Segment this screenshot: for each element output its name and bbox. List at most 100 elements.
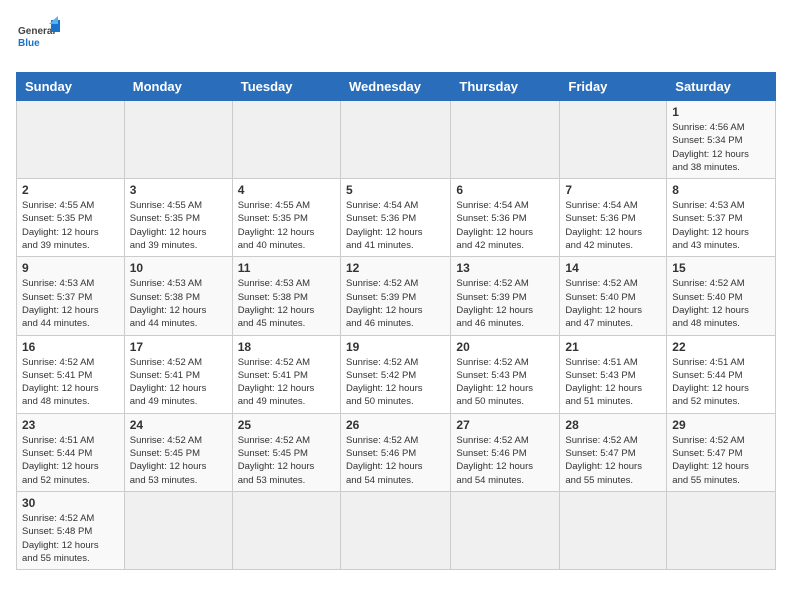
day-cell: 9 Sunrise: 4:53 AM Sunset: 5:37 PM Daylig… [17,257,125,335]
day-number: 16 [22,340,119,354]
day-cell: 1Sunrise: 4:56 AM Sunset: 5:34 PM Daylig… [667,101,776,179]
day-info: Sunrise: 4:52 AM Sunset: 5:46 PM Dayligh… [456,434,554,487]
day-cell: 11 Sunrise: 4:53 AM Sunset: 5:38 PM Dayli… [232,257,340,335]
day-number: 19 [346,340,445,354]
day-info: Sunrise: 4:52 AM Sunset: 5:43 PM Dayligh… [456,356,554,409]
day-number: 24 [130,418,227,432]
day-number: 12 [346,261,445,275]
day-cell: 5 Sunrise: 4:54 AM Sunset: 5:36 PM Daylig… [340,179,450,257]
day-cell [560,491,667,569]
day-cell [451,101,560,179]
day-cell [560,101,667,179]
day-info: Sunrise: 4:52 AM Sunset: 5:45 PM Dayligh… [238,434,335,487]
day-cell: 12 Sunrise: 4:52 AM Sunset: 5:39 PM Dayli… [340,257,450,335]
day-cell: 2Sunrise: 4:55 AM Sunset: 5:35 PM Daylig… [17,179,125,257]
day-cell: 30Sunrise: 4:52 AM Sunset: 5:48 PM Dayli… [17,491,125,569]
weekday-header-tuesday: Tuesday [232,73,340,101]
day-number: 13 [456,261,554,275]
day-cell: 8Sunrise: 4:53 AM Sunset: 5:37 PM Daylig… [667,179,776,257]
calendar: SundayMondayTuesdayWednesdayThursdayFrid… [16,72,776,570]
day-number: 17 [130,340,227,354]
day-info: Sunrise: 4:53 AM Sunset: 5:38 PM Dayligh… [238,277,335,330]
day-cell [340,491,450,569]
day-cell [124,491,232,569]
day-number: 1 [672,105,770,119]
day-number: 15 [672,261,770,275]
day-cell: 26 Sunrise: 4:52 AM Sunset: 5:46 PM Dayli… [340,413,450,491]
day-info: Sunrise: 4:51 AM Sunset: 5:44 PM Dayligh… [672,356,770,409]
day-cell: 15 Sunrise: 4:52 AM Sunset: 5:40 PM Dayli… [667,257,776,335]
day-number: 26 [346,418,445,432]
week-row-2: 2 Sunrise: 4:55 AM Sunset: 5:35 PM Daylig… [17,179,776,257]
day-cell: 4 Sunrise: 4:55 AM Sunset: 5:35 PM Daylig… [232,179,340,257]
logo: General Blue [16,16,60,60]
week-row-1: 1Sunrise: 4:56 AM Sunset: 5:34 PM Daylig… [17,101,776,179]
day-number: 6 [456,183,554,197]
day-number: 23 [22,418,119,432]
day-cell: 13 Sunrise: 4:52 AM Sunset: 5:39 PM Dayli… [451,257,560,335]
weekday-header-saturday: Saturday [667,73,776,101]
day-info: Sunrise: 4:54 AM Sunset: 5:36 PM Dayligh… [456,199,554,252]
day-number: 5 [346,183,445,197]
day-cell [340,101,450,179]
day-cell: 28 Sunrise: 4:52 AM Sunset: 5:47 PM Dayli… [560,413,667,491]
weekday-header-thursday: Thursday [451,73,560,101]
day-number: 20 [456,340,554,354]
day-info: Sunrise: 4:51 AM Sunset: 5:43 PM Dayligh… [565,356,661,409]
day-number: 27 [456,418,554,432]
day-cell [451,491,560,569]
day-number: 10 [130,261,227,275]
day-cell: 25 Sunrise: 4:52 AM Sunset: 5:45 PM Dayli… [232,413,340,491]
day-cell: 22 Sunrise: 4:51 AM Sunset: 5:44 PM Dayli… [667,335,776,413]
day-info: Sunrise: 4:53 AM Sunset: 5:38 PM Dayligh… [130,277,227,330]
day-number: 8 [672,183,770,197]
day-info: Sunrise: 4:52 AM Sunset: 5:47 PM Dayligh… [672,434,770,487]
day-cell [667,491,776,569]
day-cell: 29 Sunrise: 4:52 AM Sunset: 5:47 PM Dayli… [667,413,776,491]
day-info: Sunrise: 4:51 AM Sunset: 5:44 PM Dayligh… [22,434,119,487]
day-cell [124,101,232,179]
day-info: Sunrise: 4:52 AM Sunset: 5:46 PM Dayligh… [346,434,445,487]
svg-text:General: General [18,26,55,37]
day-number: 28 [565,418,661,432]
day-info: Sunrise: 4:52 AM Sunset: 5:39 PM Dayligh… [456,277,554,330]
day-cell: 24 Sunrise: 4:52 AM Sunset: 5:45 PM Dayli… [124,413,232,491]
weekday-header-sunday: Sunday [17,73,125,101]
day-cell: 21Sunrise: 4:51 AM Sunset: 5:43 PM Dayli… [560,335,667,413]
day-number: 2 [22,183,119,197]
day-info: Sunrise: 4:52 AM Sunset: 5:48 PM Dayligh… [22,512,119,565]
day-cell: 14Sunrise: 4:52 AM Sunset: 5:40 PM Dayli… [560,257,667,335]
day-cell: 10 Sunrise: 4:53 AM Sunset: 5:38 PM Dayli… [124,257,232,335]
day-cell: 16Sunrise: 4:52 AM Sunset: 5:41 PM Dayli… [17,335,125,413]
day-cell [17,101,125,179]
day-cell [232,101,340,179]
day-cell: 19Sunrise: 4:52 AM Sunset: 5:42 PM Dayli… [340,335,450,413]
day-info: Sunrise: 4:52 AM Sunset: 5:47 PM Dayligh… [565,434,661,487]
day-info: Sunrise: 4:52 AM Sunset: 5:39 PM Dayligh… [346,277,445,330]
week-row-3: 9 Sunrise: 4:53 AM Sunset: 5:37 PM Daylig… [17,257,776,335]
day-cell [232,491,340,569]
day-info: Sunrise: 4:52 AM Sunset: 5:40 PM Dayligh… [672,277,770,330]
day-info: Sunrise: 4:55 AM Sunset: 5:35 PM Dayligh… [238,199,335,252]
day-number: 11 [238,261,335,275]
day-number: 9 [22,261,119,275]
logo-svg: General Blue [16,16,60,60]
week-row-6: 30Sunrise: 4:52 AM Sunset: 5:48 PM Dayli… [17,491,776,569]
day-cell: 17 Sunrise: 4:52 AM Sunset: 5:41 PM Dayli… [124,335,232,413]
day-number: 25 [238,418,335,432]
day-cell: 23 Sunrise: 4:51 AM Sunset: 5:44 PM Dayli… [17,413,125,491]
day-number: 29 [672,418,770,432]
day-info: Sunrise: 4:54 AM Sunset: 5:36 PM Dayligh… [346,199,445,252]
day-cell: 7Sunrise: 4:54 AM Sunset: 5:36 PM Daylig… [560,179,667,257]
day-number: 22 [672,340,770,354]
day-number: 4 [238,183,335,197]
day-info: Sunrise: 4:55 AM Sunset: 5:35 PM Dayligh… [130,199,227,252]
day-info: Sunrise: 4:53 AM Sunset: 5:37 PM Dayligh… [22,277,119,330]
day-info: Sunrise: 4:52 AM Sunset: 5:41 PM Dayligh… [130,356,227,409]
day-info: Sunrise: 4:52 AM Sunset: 5:45 PM Dayligh… [130,434,227,487]
day-info: Sunrise: 4:54 AM Sunset: 5:36 PM Dayligh… [565,199,661,252]
day-number: 18 [238,340,335,354]
day-number: 3 [130,183,227,197]
day-cell: 6 Sunrise: 4:54 AM Sunset: 5:36 PM Daylig… [451,179,560,257]
weekday-header-friday: Friday [560,73,667,101]
